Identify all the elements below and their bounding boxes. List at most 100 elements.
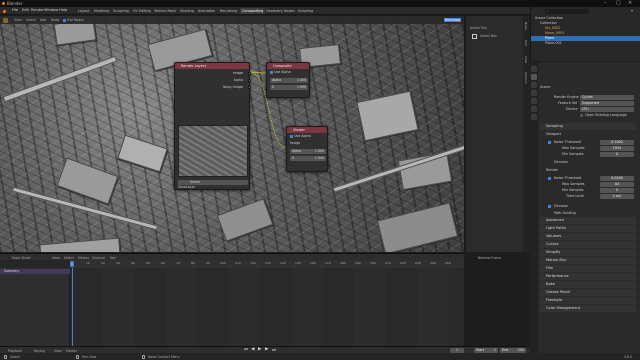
composite-use-alpha[interactable]: Use Alpha xyxy=(270,70,291,75)
checkbox-icon[interactable] xyxy=(290,134,293,138)
path-guiding-row[interactable]: Path Guiding xyxy=(540,210,638,216)
viewport-subpanel[interactable]: Viewport xyxy=(540,131,638,137)
output-alpha-socket[interactable] xyxy=(248,79,251,82)
summary-channel[interactable]: Summary xyxy=(0,269,70,274)
panel-bake[interactable]: Bake xyxy=(540,281,636,288)
dope-keyframe-area[interactable] xyxy=(71,268,464,346)
tab-compositing[interactable]: Compositing xyxy=(240,8,266,14)
vp-denoise-row[interactable]: Denoise xyxy=(540,159,638,165)
dope-menu-select[interactable]: Select xyxy=(64,256,74,260)
dope-menu-channel[interactable]: Channel xyxy=(92,256,105,260)
menu-help[interactable]: Help xyxy=(59,8,67,12)
r-min-field[interactable]: 0 xyxy=(600,187,634,193)
tab-layout[interactable]: Layout xyxy=(76,8,92,14)
node-menu-add[interactable]: Add xyxy=(40,18,46,22)
use-nodes-checkbox[interactable] xyxy=(63,18,66,22)
menu-file[interactable]: File xyxy=(12,8,18,12)
r-max-field[interactable]: 64 xyxy=(600,181,634,187)
blender-menu-icon[interactable] xyxy=(3,9,6,13)
tab-scripting[interactable]: Scripting xyxy=(296,8,315,14)
panel-advanced[interactable]: Advanced xyxy=(540,217,636,224)
render-tab-icon[interactable] xyxy=(531,74,537,80)
vp-noise-checkbox[interactable] xyxy=(548,140,551,144)
backdrop-toggle[interactable]: Backdrop xyxy=(444,17,461,22)
panel-light-paths[interactable]: Light Paths xyxy=(540,225,636,232)
vp-min-field[interactable]: 0 xyxy=(600,151,634,157)
output-image-socket[interactable] xyxy=(248,72,251,75)
tab-texture-paint[interactable]: Texture Paint xyxy=(152,8,178,14)
tab-rendering[interactable]: Rendering xyxy=(218,8,239,14)
filter-icon[interactable]: ▾ xyxy=(631,8,633,13)
minimize-icon[interactable]: – xyxy=(604,0,607,6)
view-layer-field[interactable]: ViewLayer xyxy=(178,185,195,190)
panel-simplify[interactable]: Simplify xyxy=(540,249,636,256)
active-tool-header[interactable]: Active Tool xyxy=(470,26,487,30)
marker-menu[interactable]: Marker xyxy=(66,349,77,353)
checkbox-icon[interactable] xyxy=(270,70,273,74)
frame-ruler[interactable]: 0 1 10 20 30 40 50 60 70 80 90 100 110 1… xyxy=(70,260,464,268)
viewer-z-field[interactable]: Z 1.000 xyxy=(290,156,326,161)
outliner-row-plane-001[interactable]: Plane.001 xyxy=(531,41,640,46)
sidebar-tab-node[interactable]: Node xyxy=(524,22,528,30)
editor-type-icon[interactable] xyxy=(3,17,8,23)
dope-menu-marker[interactable]: Marker xyxy=(78,256,89,260)
view-menu[interactable]: View xyxy=(54,349,62,353)
viewer-use-alpha[interactable]: Use Alpha xyxy=(290,134,311,139)
tab-uv-editing[interactable]: UV Editing xyxy=(131,8,153,14)
tab-modeling[interactable]: Modeling xyxy=(92,8,111,14)
composite-alpha-field[interactable]: Alpha 1.000 xyxy=(270,78,308,83)
osl-checkbox[interactable] xyxy=(580,113,583,117)
tab-shading[interactable]: Shading xyxy=(178,8,196,14)
output-tab-icon[interactable] xyxy=(531,82,537,88)
vp-noise-field[interactable]: 0.1000 xyxy=(600,139,634,145)
render-subpanel[interactable]: Render xyxy=(540,167,638,173)
nearest-frame-select[interactable]: Nearest Frame xyxy=(478,256,501,260)
dope-sheet-mode-select[interactable]: Dope Sheet xyxy=(12,256,31,260)
panel-curves[interactable]: Curves xyxy=(540,241,636,248)
panel-performance[interactable]: Performance xyxy=(540,273,636,280)
feature-set-select[interactable]: Supported xyxy=(580,100,634,106)
r-noise-checkbox[interactable] xyxy=(548,176,551,180)
r-noise-field[interactable]: 0.0100 xyxy=(600,175,634,181)
dope-menu-view[interactable]: View xyxy=(52,256,60,260)
panel-motion-blur[interactable]: Motion Blur xyxy=(540,257,636,264)
panel-film[interactable]: Film xyxy=(540,265,636,272)
play-icon[interactable]: ▶ xyxy=(258,347,261,352)
maximize-icon[interactable]: □ xyxy=(616,0,621,6)
render-engine-select[interactable]: Cycles xyxy=(580,94,634,100)
output-noisy-image-socket[interactable] xyxy=(248,86,251,89)
playhead-line[interactable] xyxy=(72,268,73,346)
panel-volumes[interactable]: Volumes xyxy=(540,233,636,240)
composite-node[interactable]: Composite Use Alpha Alpha 1.000 Z 1.000 xyxy=(266,62,310,98)
dope-menu-key[interactable]: Key xyxy=(110,256,116,260)
prev-key-icon[interactable]: ◀ xyxy=(251,347,254,352)
current-frame-indicator[interactable]: 1 xyxy=(70,261,74,267)
render-layers-node[interactable]: Render Layers Image Alpha Noisy Image Sc… xyxy=(174,62,251,190)
panel-grease-pencil[interactable]: Grease Pencil xyxy=(540,289,636,296)
vp-max-field[interactable]: 1024 xyxy=(600,145,634,151)
object-tab-icon[interactable] xyxy=(531,114,537,120)
node-editor-backdrop[interactable]: Render Layers Image Alpha Noisy Image Sc… xyxy=(0,16,464,252)
sidebar-tab-options[interactable]: Options xyxy=(524,72,528,84)
tab-animation[interactable]: Animation xyxy=(196,8,217,14)
menu-window[interactable]: Window xyxy=(44,8,58,12)
tool-tab-icon[interactable] xyxy=(531,66,537,72)
sampling-panel-header[interactable]: Sampling xyxy=(540,123,636,130)
viewer-node[interactable]: Viewer Use Alpha Image Alpha 1.000 Z 1.0… xyxy=(286,126,328,172)
playback-menu[interactable]: Playback xyxy=(8,349,22,353)
tab-geometry-nodes[interactable]: Geometry Nodes xyxy=(264,8,297,14)
scene-tab-icon[interactable] xyxy=(531,98,537,104)
device-select[interactable]: CPU xyxy=(580,106,634,112)
keying-menu[interactable]: Keying xyxy=(34,349,45,353)
menu-render[interactable]: Render xyxy=(31,8,44,12)
world-tab-icon[interactable] xyxy=(531,106,537,112)
sidebar-tab-view[interactable]: View xyxy=(524,56,528,63)
node-menu-select[interactable]: Select xyxy=(26,18,36,22)
close-icon[interactable]: × xyxy=(628,0,632,6)
time-limit-field[interactable]: 0 sec xyxy=(600,193,634,199)
outliner-search-input[interactable]: ⌕ xyxy=(545,9,589,14)
panel-freestyle[interactable]: Freestyle xyxy=(540,297,636,304)
node-menu-view[interactable]: View xyxy=(14,18,22,22)
next-key-icon[interactable]: ▶ xyxy=(265,347,268,352)
viewer-alpha-field[interactable]: Alpha 1.000 xyxy=(290,149,326,154)
